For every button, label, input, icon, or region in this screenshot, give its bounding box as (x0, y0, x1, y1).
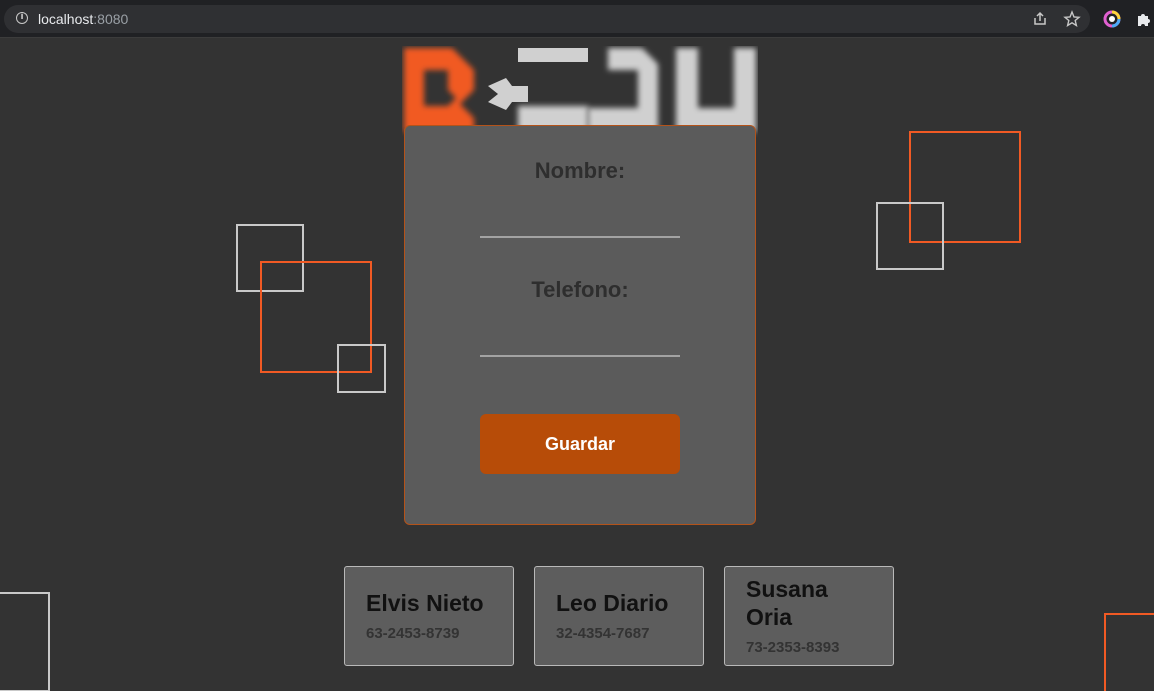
contact-card[interactable]: Susana Oria 73-2353-8393 (724, 566, 894, 666)
contact-name: Susana Oria (746, 576, 828, 630)
decor-square (337, 344, 386, 393)
browser-toolbar: i localhost:8080 (0, 0, 1154, 38)
contact-phone: 73-2353-8393 (746, 639, 840, 656)
address-bar[interactable]: i localhost:8080 (4, 5, 1090, 33)
url-port: :8080 (93, 11, 129, 27)
decor-square (876, 202, 944, 270)
page-body: Nombre: Telefono: Guardar Elvis Nieto 63… (0, 38, 1154, 691)
puzzle-icon[interactable] (1135, 10, 1153, 28)
contact-card[interactable]: Elvis Nieto 63-2453-8739 (344, 566, 514, 666)
decor-square (0, 592, 50, 691)
url-host: localhost (38, 11, 94, 27)
name-input[interactable] (480, 206, 680, 238)
phone-input[interactable] (480, 325, 680, 357)
info-icon[interactable]: i (16, 12, 28, 24)
contact-name: Leo Diario (556, 590, 669, 616)
contact-form: Nombre: Telefono: Guardar (404, 125, 756, 525)
share-icon[interactable] (1031, 10, 1049, 28)
url-text[interactable]: localhost:8080 (38, 11, 128, 27)
save-button[interactable]: Guardar (480, 414, 680, 474)
contact-phone: 63-2453-8739 (366, 625, 460, 642)
name-label: Nombre: (534, 158, 626, 183)
contact-card[interactable]: Leo Diario 32-4354-7687 (534, 566, 704, 666)
star-icon[interactable] (1063, 10, 1081, 28)
contact-name: Elvis Nieto (366, 590, 484, 616)
contacts-list: Elvis Nieto 63-2453-8739 Leo Diario 32-4… (344, 566, 904, 666)
phone-label: Telefono: (531, 277, 629, 302)
contact-phone: 32-4354-7687 (556, 625, 650, 642)
extension-color-icon[interactable] (1103, 10, 1121, 28)
decor-square (1104, 613, 1154, 691)
